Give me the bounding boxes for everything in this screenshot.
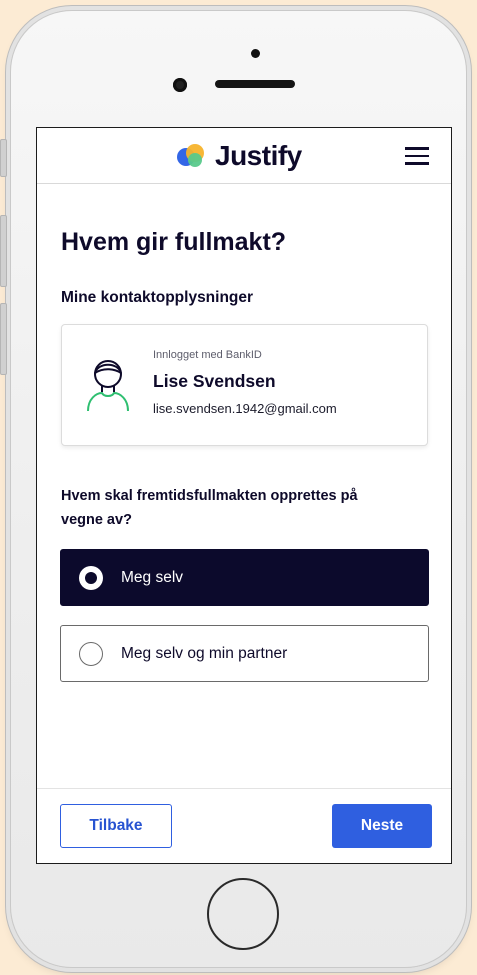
option-label: Meg selv [121, 568, 184, 586]
hamburger-menu-icon[interactable] [405, 147, 429, 165]
back-button[interactable]: Tilbake [60, 804, 172, 848]
user-avatar-icon [87, 360, 129, 412]
front-camera [173, 78, 187, 92]
volume-up-button [0, 215, 7, 287]
login-method-caption: Innlogget med BankID [153, 349, 262, 361]
app-header: Justify [37, 128, 451, 184]
contact-name: Lise Svendsen [153, 371, 276, 391]
proximity-sensor [251, 49, 260, 58]
page-title: Hvem gir fullmakt? [61, 228, 287, 256]
silent-switch [0, 139, 7, 177]
contact-section-label: Mine kontaktopplysninger [61, 289, 254, 306]
app-screen: Justify Hvem gir fullmakt? Mine kontakto… [36, 127, 452, 864]
volume-down-button [0, 303, 7, 375]
contact-card: Innlogget med BankID Lise Svendsen lise.… [61, 324, 428, 446]
home-button[interactable] [207, 878, 279, 950]
option-meg-selv-og-partner[interactable]: Meg selv og min partner [60, 625, 429, 682]
radio-checked-icon [79, 565, 103, 590]
radio-unchecked-icon [79, 641, 103, 666]
brand-name: Justify [215, 140, 302, 171]
option-meg-selv[interactable]: Meg selv [60, 549, 429, 606]
brand-logo[interactable]: Justify [177, 140, 302, 171]
logo-mark-icon [177, 144, 207, 168]
grantor-question: Hvem skal fremtidsfullmakten opprettes p… [61, 488, 358, 528]
option-label: Meg selv og min partner [121, 644, 288, 662]
contact-email: lise.svendsen.1942@gmail.com [153, 401, 337, 416]
footer-nav: Tilbake Neste [37, 788, 451, 863]
earpiece-speaker [215, 80, 295, 88]
next-button[interactable]: Neste [332, 804, 432, 848]
